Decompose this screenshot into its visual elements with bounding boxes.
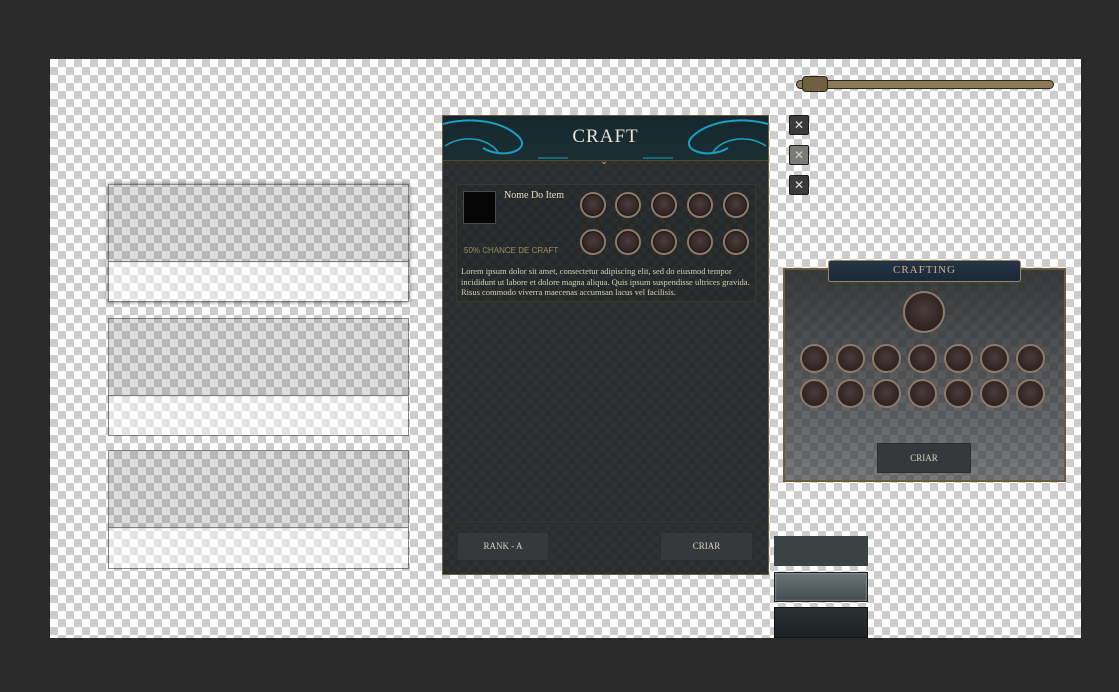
material-slot[interactable] <box>687 192 713 218</box>
rank-button[interactable]: RANK - A <box>457 532 549 561</box>
divider <box>453 521 757 522</box>
material-slot[interactable] <box>651 229 677 255</box>
result-slot[interactable] <box>903 291 945 333</box>
ingredient-slot[interactable] <box>1016 344 1045 373</box>
ingredient-slot[interactable] <box>980 344 1009 373</box>
criar-button[interactable]: CRIAR <box>660 532 753 561</box>
translucent-panel <box>108 450 409 569</box>
item-icon-slot[interactable] <box>463 191 496 224</box>
panel-top-section <box>109 451 408 529</box>
ingredient-slot[interactable] <box>908 379 937 408</box>
close-icon[interactable]: ✕ <box>789 145 809 165</box>
button-swatch-hover <box>774 572 868 602</box>
panel-bottom-section <box>109 527 408 568</box>
item-name: Nome Do Item <box>504 190 564 201</box>
translucent-panel <box>108 318 409 436</box>
ingredient-slot[interactable] <box>872 379 901 408</box>
craft-title: CRAFT <box>572 126 639 147</box>
panel-bottom-section <box>109 261 408 301</box>
material-slot[interactable] <box>615 229 641 255</box>
ingredient-slot[interactable] <box>836 344 865 373</box>
material-slot[interactable] <box>723 192 749 218</box>
button-swatch-normal <box>774 536 868 566</box>
ingredient-slot[interactable] <box>908 344 937 373</box>
item-description: Lorem ipsum dolor sit amet, consectetur … <box>461 266 750 297</box>
button-swatch-pressed <box>774 607 868 638</box>
panel-bottom-section <box>109 395 408 435</box>
close-icon[interactable]: ✕ <box>789 115 809 135</box>
craft-chance-label: 50% CHANCE DE CRAFT <box>464 246 559 255</box>
material-slot[interactable] <box>580 229 606 255</box>
panel-top-section <box>109 185 408 263</box>
ingredient-slot[interactable] <box>980 379 1009 408</box>
slider-handle[interactable] <box>802 76 828 92</box>
material-slot[interactable] <box>580 192 606 218</box>
ingredient-slot[interactable] <box>872 344 901 373</box>
ingredient-slot[interactable] <box>944 344 973 373</box>
material-slot[interactable] <box>687 229 713 255</box>
crafting-title: CRAFTING <box>892 264 956 276</box>
ingredient-slot[interactable] <box>800 379 829 408</box>
chevron-down-icon: ⌄ <box>600 156 609 167</box>
close-icon[interactable]: ✕ <box>789 175 809 195</box>
material-slot[interactable] <box>615 192 641 218</box>
material-slot[interactable] <box>651 192 677 218</box>
ingredient-slot[interactable] <box>944 379 973 408</box>
slider-track[interactable] <box>796 80 1054 89</box>
craft-header: CRAFT ⌄ <box>443 116 768 167</box>
ingredient-slot[interactable] <box>836 379 865 408</box>
ingredient-slot[interactable] <box>1016 379 1045 408</box>
panel-top-section <box>109 319 408 397</box>
translucent-panel <box>108 184 409 302</box>
crafting-criar-button[interactable]: CRIAR <box>877 443 971 473</box>
ingredient-slot[interactable] <box>800 344 829 373</box>
material-slot[interactable] <box>723 229 749 255</box>
